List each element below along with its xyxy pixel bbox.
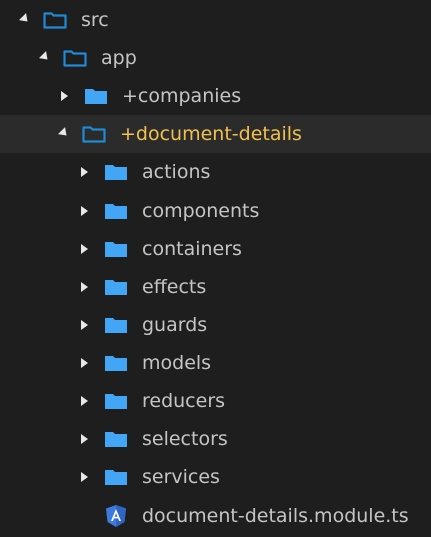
tree-item-label: actions xyxy=(142,161,211,183)
chevron-right-icon[interactable] xyxy=(76,393,92,409)
tree-item-label: +document-details xyxy=(120,123,302,145)
chevron-right-icon[interactable] xyxy=(76,317,92,333)
folder-icon xyxy=(104,239,128,259)
tree-item-label: app xyxy=(101,47,137,69)
tree-item-module-file[interactable]: document-details.module.ts xyxy=(0,497,431,535)
tree-item-label: effects xyxy=(142,276,207,298)
folder-icon xyxy=(104,277,128,297)
chevron-down-icon[interactable] xyxy=(56,126,72,142)
tree-item-label: reducers xyxy=(142,390,226,412)
tree-item-label: document-details.module.ts xyxy=(142,505,409,527)
folder-icon xyxy=(104,391,128,411)
chevron-right-icon[interactable] xyxy=(76,279,92,295)
folder-open-icon xyxy=(63,48,87,68)
tree-item-selectors[interactable]: selectors xyxy=(0,420,431,458)
chevron-right-icon[interactable] xyxy=(76,469,92,485)
folder-icon xyxy=(104,429,128,449)
chevron-down-icon[interactable] xyxy=(17,12,33,28)
chevron-right-icon[interactable] xyxy=(76,431,92,447)
tree-item-label: selectors xyxy=(142,428,228,450)
tree-item-src[interactable]: src xyxy=(0,1,431,39)
tree-item-label: models xyxy=(142,352,212,374)
tree-item-actions[interactable]: actions xyxy=(0,153,431,191)
file-explorer-tree: src app +companies +document-details act… xyxy=(0,0,431,537)
tree-item-label: components xyxy=(142,200,260,222)
chevron-right-icon[interactable] xyxy=(76,241,92,257)
tree-item-companies[interactable]: +companies xyxy=(0,77,431,115)
tree-item-label: guards xyxy=(142,314,208,336)
tree-item-app[interactable]: app xyxy=(0,39,431,77)
tree-item-label: src xyxy=(81,9,109,31)
tree-item-components[interactable]: components xyxy=(0,192,431,230)
folder-open-icon xyxy=(82,124,106,144)
tree-item-models[interactable]: models xyxy=(0,344,431,382)
folder-icon xyxy=(104,353,128,373)
chevron-down-icon[interactable] xyxy=(37,50,53,66)
tree-item-guards[interactable]: guards xyxy=(0,306,431,344)
tree-item-document-details[interactable]: +document-details xyxy=(0,115,431,153)
tree-item-reducers[interactable]: reducers xyxy=(0,382,431,420)
folder-open-icon xyxy=(43,10,67,30)
folder-icon xyxy=(104,162,128,182)
tree-item-label: services xyxy=(142,466,220,488)
tree-item-containers[interactable]: containers xyxy=(0,230,431,268)
folder-icon xyxy=(84,86,108,106)
tree-item-label: +companies xyxy=(122,85,242,107)
chevron-right-icon[interactable] xyxy=(76,355,92,371)
angular-icon xyxy=(104,505,128,527)
chevron-right-icon[interactable] xyxy=(56,88,72,104)
folder-icon xyxy=(104,315,128,335)
tree-item-label: containers xyxy=(142,238,242,260)
chevron-right-icon[interactable] xyxy=(76,164,92,180)
folder-icon xyxy=(104,467,128,487)
chevron-right-icon[interactable] xyxy=(76,203,92,219)
tree-item-services[interactable]: services xyxy=(0,458,431,496)
tree-item-effects[interactable]: effects xyxy=(0,268,431,306)
folder-icon xyxy=(104,201,128,221)
